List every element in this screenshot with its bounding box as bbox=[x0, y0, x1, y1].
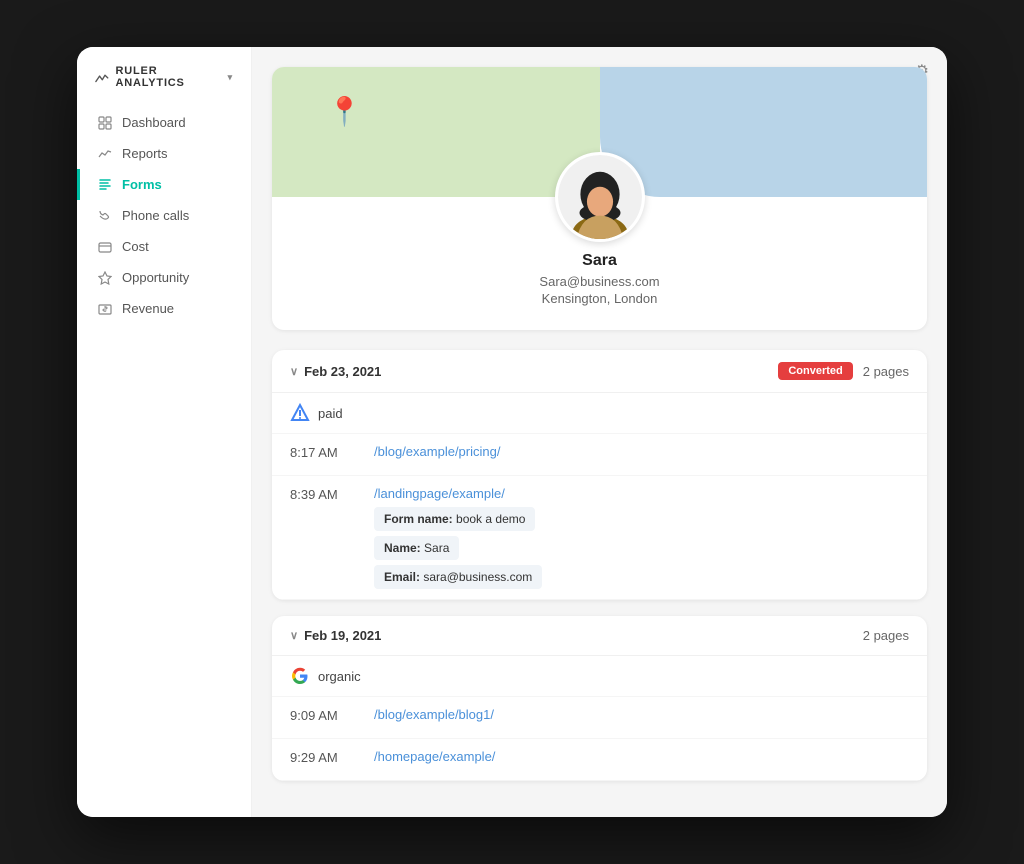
brand-chevron: ▾ bbox=[228, 72, 233, 83]
page-row-1-1: 9:29 AM/homepage/example/ bbox=[272, 739, 927, 781]
page-url-1-1[interactable]: /homepage/example/ bbox=[374, 749, 909, 764]
form-name-field-label: Form name: bbox=[384, 512, 453, 526]
profile-email: Sara@business.com bbox=[292, 274, 907, 289]
email-field: Email: sara@business.com bbox=[374, 565, 542, 589]
sidebar-item-revenue[interactable]: Revenue bbox=[77, 293, 251, 324]
sidebar-item-opportunity[interactable]: Opportunity bbox=[77, 262, 251, 293]
session-date-0[interactable]: ∨ Feb 23, 2021 bbox=[290, 364, 381, 379]
session-source-1: organic bbox=[272, 656, 927, 697]
page-row-0-1: 8:39 AM/landingpage/example/Form name: b… bbox=[272, 476, 927, 600]
sidebar-item-label-forms: Forms bbox=[122, 177, 162, 192]
name-field-label: Name: bbox=[384, 541, 421, 555]
avatar-image bbox=[558, 155, 642, 239]
map-pin-icon: 📍 bbox=[327, 95, 362, 128]
session-pages-1: 2 pages bbox=[863, 628, 909, 643]
reports-icon bbox=[98, 147, 112, 161]
profile-name: Sara bbox=[292, 252, 907, 270]
form-name-field: Form name: book a demo bbox=[374, 507, 535, 531]
session-chevron-1: ∨ bbox=[290, 629, 298, 642]
avatar bbox=[555, 152, 645, 242]
page-row-1-0: 9:09 AM/blog/example/blog1/ bbox=[272, 697, 927, 739]
source-icon-1 bbox=[290, 666, 310, 686]
brand-icon bbox=[95, 69, 110, 85]
email-field-value: sara@business.com bbox=[423, 570, 532, 584]
sidebar-item-label-cost: Cost bbox=[122, 239, 149, 254]
email-field-label: Email: bbox=[384, 570, 420, 584]
page-time-0-1: 8:39 AM bbox=[290, 486, 350, 502]
session-date-label-0: Feb 23, 2021 bbox=[304, 364, 381, 379]
session-chevron-0: ∨ bbox=[290, 365, 298, 378]
banner-right bbox=[600, 67, 928, 197]
session-block-1: ∨ Feb 19, 2021 2 pages organic 9:09 AM/blog… bbox=[272, 616, 927, 781]
phone-calls-icon bbox=[98, 209, 112, 223]
sidebar-item-label-dashboard: Dashboard bbox=[122, 115, 186, 130]
page-details-1-1: /homepage/example/ bbox=[374, 749, 909, 770]
session-meta-0: Converted 2 pages bbox=[778, 362, 909, 380]
main-content: ⚙ 📍 bbox=[252, 47, 947, 817]
session-block-0: ∨ Feb 23, 2021 Converted 2 pages paid 8:17 A… bbox=[272, 350, 927, 600]
page-url-0-1[interactable]: /landingpage/example/ bbox=[374, 486, 909, 501]
google-ads-icon bbox=[290, 403, 310, 423]
sidebar-item-dashboard[interactable]: Dashboard bbox=[77, 107, 251, 138]
source-label-1: organic bbox=[318, 669, 361, 684]
page-row-0-0: 8:17 AM/blog/example/pricing/ bbox=[272, 434, 927, 476]
session-date-label-1: Feb 19, 2021 bbox=[304, 628, 381, 643]
profile-banner: 📍 bbox=[272, 67, 927, 197]
opportunity-icon bbox=[98, 271, 112, 285]
source-label-0: paid bbox=[318, 406, 343, 421]
sidebar-item-reports[interactable]: Reports bbox=[77, 138, 251, 169]
sidebar-item-cost[interactable]: Cost bbox=[77, 231, 251, 262]
session-pages-0: 2 pages bbox=[863, 364, 909, 379]
sidebar-item-forms[interactable]: Forms bbox=[77, 169, 251, 200]
sidebar-item-label-reports: Reports bbox=[122, 146, 168, 161]
nav-menu: Dashboard Reports Forms Phone calls Cost Oppo… bbox=[77, 107, 251, 324]
profile-card: 📍 bbox=[272, 67, 927, 330]
sidebar-item-label-phone-calls: Phone calls bbox=[122, 208, 189, 223]
session-header-0: ∨ Feb 23, 2021 Converted 2 pages bbox=[272, 350, 927, 393]
page-time-1-1: 9:29 AM bbox=[290, 749, 350, 765]
google-organic-icon bbox=[290, 666, 310, 686]
converted-badge: Converted bbox=[778, 362, 852, 380]
revenue-icon bbox=[98, 302, 112, 316]
source-icon-0 bbox=[290, 403, 310, 423]
brand-name: RULER ANALYTICS bbox=[116, 65, 220, 89]
session-date-1[interactable]: ∨ Feb 19, 2021 bbox=[290, 628, 381, 643]
session-meta-1: 2 pages bbox=[863, 628, 909, 643]
page-details-0-0: /blog/example/pricing/ bbox=[374, 444, 909, 465]
sidebar-item-label-opportunity: Opportunity bbox=[122, 270, 189, 285]
session-header-1: ∨ Feb 19, 2021 2 pages bbox=[272, 616, 927, 656]
forms-icon bbox=[98, 178, 112, 192]
banner-left: 📍 bbox=[272, 67, 600, 197]
page-url-0-0[interactable]: /blog/example/pricing/ bbox=[374, 444, 909, 459]
sessions-list: ∨ Feb 23, 2021 Converted 2 pages paid 8:17 A… bbox=[272, 350, 927, 797]
name-field-value: Sara bbox=[424, 541, 449, 555]
profile-location: Kensington, London bbox=[292, 291, 907, 306]
session-source-0: paid bbox=[272, 393, 927, 434]
sidebar-item-phone-calls[interactable]: Phone calls bbox=[77, 200, 251, 231]
dashboard-icon bbox=[98, 116, 112, 130]
brand-logo: RULER ANALYTICS ▾ bbox=[77, 65, 251, 107]
page-details-1-0: /blog/example/blog1/ bbox=[374, 707, 909, 728]
page-time-1-0: 9:09 AM bbox=[290, 707, 350, 723]
form-name-field-value: book a demo bbox=[456, 512, 525, 526]
page-time-0-0: 8:17 AM bbox=[290, 444, 350, 460]
name-field: Name: Sara bbox=[374, 536, 459, 560]
sidebar-item-label-revenue: Revenue bbox=[122, 301, 174, 316]
page-url-1-0[interactable]: /blog/example/blog1/ bbox=[374, 707, 909, 722]
sidebar: RULER ANALYTICS ▾ Dashboard Reports Forms P… bbox=[77, 47, 252, 817]
form-fields-0-1: Form name: book a demo Name: Sara Email: s… bbox=[374, 507, 909, 589]
page-details-0-1: /landingpage/example/Form name: book a d… bbox=[374, 486, 909, 589]
cost-icon bbox=[98, 240, 112, 254]
